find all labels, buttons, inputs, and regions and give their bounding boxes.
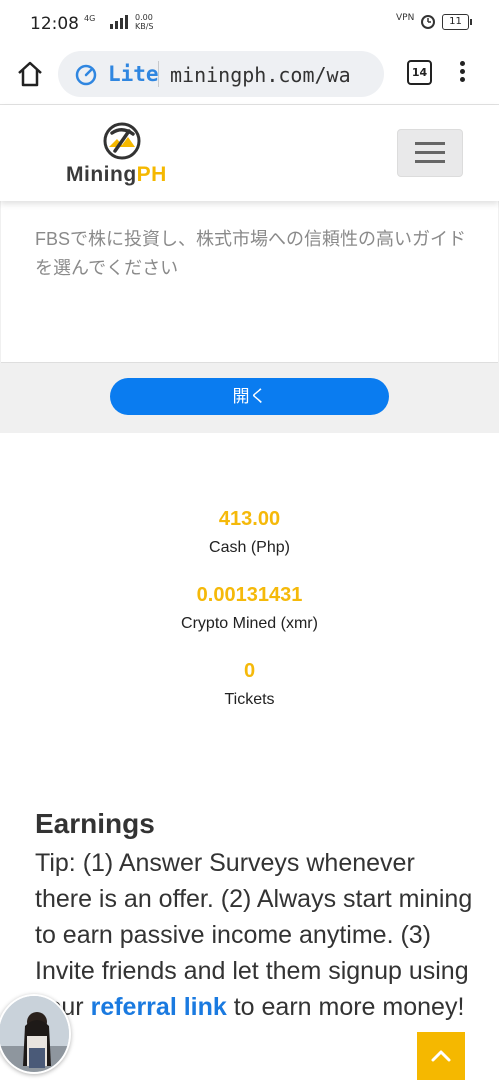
hamburger-icon: [415, 151, 445, 154]
vpn-icon: VPN: [396, 13, 415, 23]
referral-link[interactable]: referral link: [91, 993, 227, 1021]
ad-text-area: FBSで株に投資し、株式市場への信頼性の高いガイドを選んでください: [1, 201, 498, 363]
site-logo[interactable]: MiningPH: [66, 121, 181, 191]
site-header: MiningPH: [0, 105, 499, 201]
ad-open-button[interactable]: 開く: [110, 378, 389, 415]
pickaxe-logo-icon: [103, 122, 141, 160]
signal-icon: [110, 15, 128, 29]
battery-icon: 11: [442, 14, 472, 30]
tip-text-end: to earn more money!: [226, 993, 465, 1021]
person-avatar-icon: [0, 996, 69, 1072]
home-icon[interactable]: [14, 58, 46, 90]
alarm-icon: [421, 15, 435, 29]
stat-value: 0.00131431: [196, 584, 303, 606]
speed-value: 0.00: [135, 13, 153, 22]
stat-label: Crypto Mined (xmr): [181, 615, 318, 632]
status-time: 12:08: [30, 14, 79, 34]
stat-tickets: 0 Tickets: [0, 660, 499, 709]
stat-cash: 413.00 Cash (Php): [0, 508, 499, 557]
stat-label: Tickets: [224, 691, 275, 708]
url-text[interactable]: miningph.com/wa: [170, 63, 351, 87]
stat-label: Cash (Php): [209, 539, 290, 556]
ad-text: FBSで株に投資し、株式市場への信頼性の高いガイドを選んでください: [35, 229, 467, 278]
overflow-menu-icon[interactable]: [455, 58, 469, 90]
logo-text-accent: PH: [136, 163, 167, 186]
speed-unit: KB/S: [135, 22, 154, 31]
stat-value: 413.00: [218, 508, 281, 530]
floating-avatar[interactable]: [0, 994, 71, 1074]
browser-toolbar: Lite miningph.com/wa 14: [0, 46, 499, 105]
status-bar: 12:08 4G 0.00 KB/S VPN 11: [0, 0, 499, 46]
nav-menu-button[interactable]: [397, 129, 463, 177]
scroll-to-top-button[interactable]: [417, 1032, 465, 1080]
logo-text: MiningPH: [66, 163, 167, 187]
url-divider: [158, 61, 159, 87]
earnings-heading: Earnings: [35, 808, 155, 839]
chevron-up-icon: [431, 1050, 451, 1062]
logo-text-main: Mining: [66, 163, 137, 186]
stat-value: 0: [243, 660, 256, 682]
stat-crypto-mined: 0.00131431 Crypto Mined (xmr): [0, 584, 499, 633]
hamburger-icon: [415, 160, 445, 163]
ad-banner: FBSで株に投資し、株式市場への信頼性の高いガイドを選んでください 開く: [0, 201, 499, 433]
lite-speed-icon: [75, 64, 97, 86]
network-speed: 0.00 KB/S: [135, 13, 154, 31]
lite-label: Lite: [108, 62, 159, 86]
earnings-tip: Tip: (1) Answer Surveys whenever there i…: [35, 845, 475, 1025]
network-type: 4G: [84, 14, 96, 23]
hamburger-icon: [415, 142, 445, 145]
address-bar[interactable]: Lite miningph.com/wa: [58, 51, 384, 97]
tab-switcher-button[interactable]: 14: [407, 60, 432, 85]
